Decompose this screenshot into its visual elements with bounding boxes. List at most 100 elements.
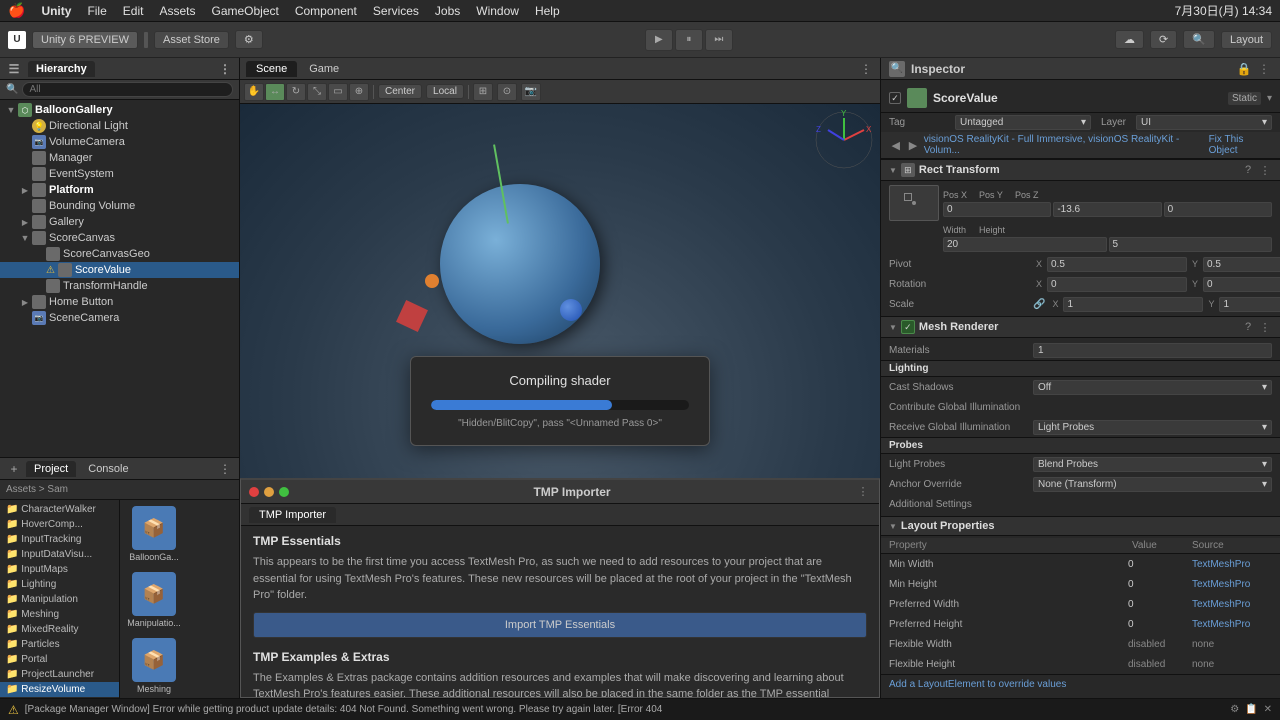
hierarchy-tab[interactable]: Hierarchy [28, 61, 95, 77]
menu-assets[interactable]: Assets [159, 4, 195, 18]
light-probes-dropdown[interactable]: Blend Probes▾ [1033, 457, 1272, 472]
pivot-dropdown[interactable]: Center [378, 84, 422, 99]
hierarchy-search-input[interactable] [22, 82, 233, 97]
proj-tree-resources[interactable]: 📁 Resources [0, 697, 119, 698]
add-layout-element-btn[interactable]: Add a LayoutElement to override values [881, 674, 1280, 694]
hierarchy-settings-btn[interactable]: ⋮ [217, 61, 233, 77]
proj-tree-characterwalker[interactable]: 📁 CharacterWalker [0, 502, 119, 517]
menu-help[interactable]: Help [535, 4, 560, 18]
tab-scene[interactable]: Scene [246, 61, 297, 77]
layout-btn[interactable]: Layout [1221, 31, 1272, 49]
tmp-menu-btn[interactable]: ⋮ [855, 484, 871, 500]
rect-transform-header[interactable]: ▼ ⊞ Rect Transform ? ⋮ [881, 159, 1280, 181]
inspector-lock-btn[interactable]: 🔒 [1236, 61, 1252, 77]
scale-x-input[interactable] [1063, 297, 1203, 312]
scale-y-input[interactable] [1219, 297, 1280, 312]
cast-shadows-dropdown[interactable]: Off▾ [1033, 380, 1272, 395]
collab-btn[interactable]: ⟳ [1150, 30, 1177, 49]
scale-lock-icon[interactable]: 🔗 [1033, 299, 1045, 310]
minimize-dot[interactable] [264, 487, 274, 497]
proj-tree-inputtracking[interactable]: 📁 InputTracking [0, 532, 119, 547]
height-input[interactable] [1109, 237, 1273, 252]
tab-game[interactable]: Game [299, 61, 349, 77]
layer-dropdown[interactable]: UI▾ [1136, 115, 1272, 130]
rt-dots-btn[interactable]: ⋮ [1258, 163, 1272, 177]
receive-gi-dropdown[interactable]: Light Probes▾ [1033, 420, 1272, 435]
forward-btn[interactable]: ▶ [906, 138, 919, 152]
transform-tool[interactable]: ⊕ [349, 83, 369, 101]
grid-btn[interactable]: ⊞ [473, 83, 493, 101]
asset-store-btn[interactable]: Asset Store [154, 31, 229, 49]
maximize-dot[interactable] [279, 487, 289, 497]
menu-gameobject[interactable]: GameObject [211, 4, 278, 18]
obj-active-checkbox[interactable]: ✓ [889, 92, 901, 104]
pivot-x-input[interactable] [1047, 257, 1187, 272]
status-icon-2[interactable]: 📋 [1245, 704, 1257, 715]
hierarchy-item-directionallight[interactable]: 💡 Directional Light [0, 118, 239, 134]
tmp-tab-main[interactable]: TMP Importer [249, 507, 336, 523]
hierarchy-item-scenecamera[interactable]: 📷 SceneCamera [0, 310, 239, 326]
proj-tree-meshing[interactable]: 📁 Meshing [0, 607, 119, 622]
scale-tool[interactable]: ⤡ [307, 83, 327, 101]
anchor-control[interactable] [889, 185, 939, 221]
width-input[interactable] [943, 237, 1107, 252]
mr-info-btn[interactable]: ? [1241, 320, 1255, 334]
hierarchy-item-scorecanasgeo[interactable]: ScoreCanvasGeo [0, 246, 239, 262]
project-settings-btn[interactable]: ⋮ [217, 461, 233, 477]
proj-tree-portal[interactable]: 📁 Portal [0, 652, 119, 667]
pos-z-input[interactable] [1164, 202, 1272, 217]
snap-btn[interactable]: ⊙ [497, 83, 517, 101]
project-add-btn[interactable]: + [6, 461, 22, 477]
menu-edit[interactable]: Edit [123, 4, 144, 18]
rect-tool[interactable]: ▭ [328, 83, 348, 101]
rot-y-input[interactable] [1203, 277, 1280, 292]
proj-tree-particles[interactable]: 📁 Particles [0, 637, 119, 652]
pos-y-input[interactable] [1053, 202, 1161, 217]
hand-tool[interactable]: ✋ [244, 83, 264, 101]
proj-tree-projectlauncher[interactable]: 📁 ProjectLauncher [0, 667, 119, 682]
rotate-tool[interactable]: ↻ [286, 83, 306, 101]
app-name-btn[interactable]: Unity 6 PREVIEW [32, 31, 138, 49]
close-dot[interactable] [249, 487, 259, 497]
proj-tree-inputmaps[interactable]: 📁 InputMaps [0, 562, 119, 577]
inspector-menu-btn[interactable]: ⋮ [1256, 61, 1272, 77]
pivot-y-input[interactable] [1203, 257, 1280, 272]
mesh-renderer-header[interactable]: ▼ ✓ Mesh Renderer ? ⋮ [881, 316, 1280, 338]
mr-checkbox[interactable]: ✓ [901, 320, 915, 334]
import-essentials-btn[interactable]: Import TMP Essentials [253, 612, 867, 638]
proj-tree-resizevolume[interactable]: 📁 ResizeVolume [0, 682, 119, 697]
menu-file[interactable]: File [87, 4, 106, 18]
back-btn[interactable]: ◀ [889, 138, 902, 152]
rot-x-input[interactable] [1047, 277, 1187, 292]
hierarchy-add-btn[interactable]: ☰ [6, 61, 22, 77]
pos-x-input[interactable] [943, 202, 1051, 217]
scene-settings-btn[interactable]: ⋮ [858, 61, 874, 77]
proj-asset-manipulation[interactable]: 📦 Manipulatio... [124, 570, 184, 630]
proj-tree-lighting[interactable]: 📁 Lighting [0, 577, 119, 592]
status-icon-3[interactable]: ✕ [1264, 704, 1272, 715]
proj-tree-mixedreality[interactable]: 📁 MixedReality [0, 622, 119, 637]
cloud-btn[interactable]: ☁ [1115, 30, 1144, 49]
proj-tree-inputdata[interactable]: 📁 InputDataVisu... [0, 547, 119, 562]
hierarchy-item-boundingvolume[interactable]: Bounding Volume [0, 198, 239, 214]
move-tool[interactable]: ↔ [265, 83, 285, 101]
layout-props-header[interactable]: ▼ Layout Properties [881, 516, 1280, 536]
space-dropdown[interactable]: Local [426, 84, 464, 99]
rt-info-btn[interactable]: ? [1241, 163, 1255, 177]
menu-jobs[interactable]: Jobs [435, 4, 460, 18]
proj-asset-balloonga[interactable]: 📦 BalloonGa... [124, 504, 184, 564]
proj-asset-meshing[interactable]: 📦 Meshing [124, 636, 184, 696]
static-dropdown[interactable]: ▾ [1267, 93, 1272, 104]
hierarchy-item-platform[interactable]: ▶ Platform [0, 182, 239, 198]
hierarchy-item-gallery[interactable]: ▶ Gallery [0, 214, 239, 230]
mr-dots-btn[interactable]: ⋮ [1258, 320, 1272, 334]
step-button[interactable]: ⏭ [705, 29, 733, 51]
hierarchy-item-volumecamera[interactable]: 📷 VolumeCamera [0, 134, 239, 150]
tag-dropdown[interactable]: Untagged▾ [955, 115, 1091, 130]
hierarchy-item-balloongallery[interactable]: ▼ ⬡ BalloonGallery [0, 102, 239, 118]
menu-unity[interactable]: Unity [41, 4, 71, 18]
tab-project[interactable]: Project [26, 461, 76, 477]
hierarchy-item-scorecanvas[interactable]: ▼ ScoreCanvas [0, 230, 239, 246]
proj-tree-hovercomponent[interactable]: 📁 HoverComp... [0, 517, 119, 532]
pause-button[interactable]: ⏸ [675, 29, 703, 51]
